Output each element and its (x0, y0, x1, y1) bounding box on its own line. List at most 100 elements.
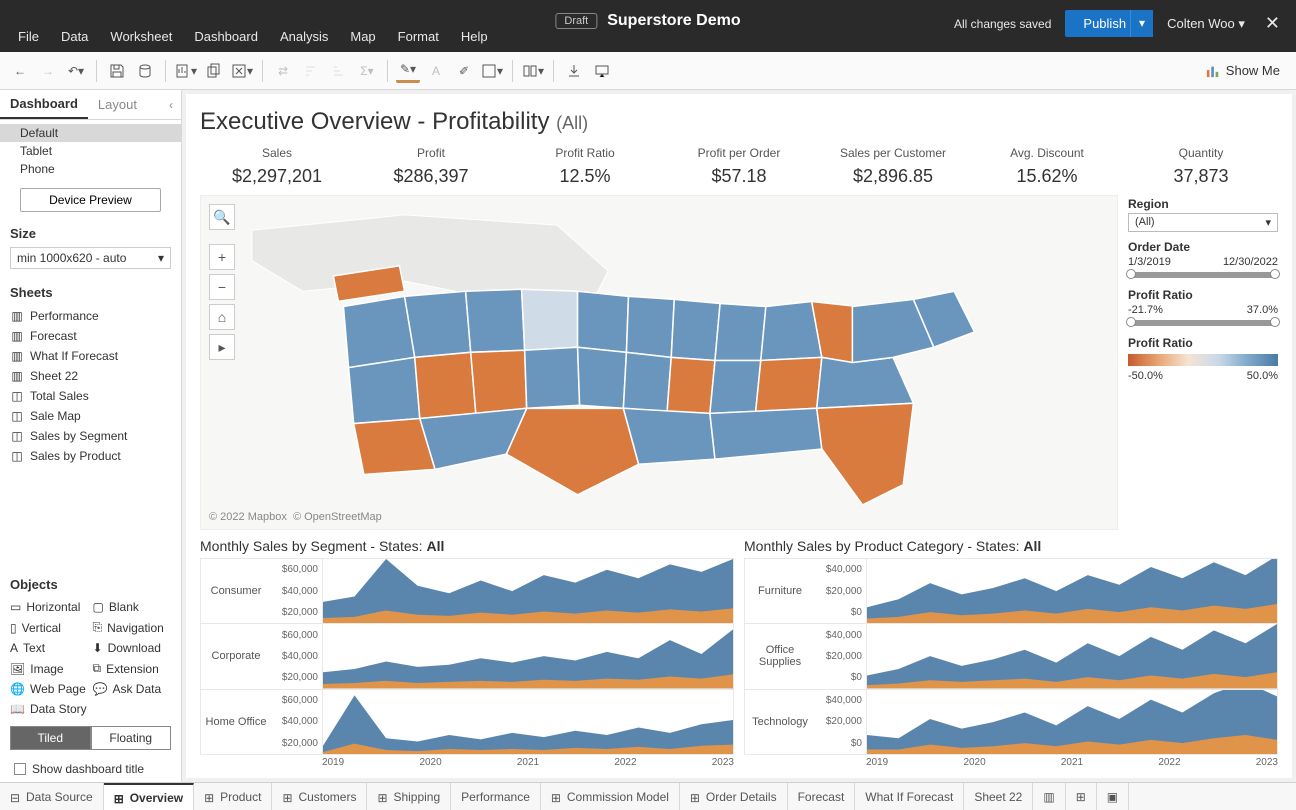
clear-icon[interactable]: ▾ (230, 59, 254, 83)
sparkline[interactable] (323, 559, 733, 623)
map-attribution: © 2022 Mapbox © OpenStreetMap (209, 511, 382, 523)
menu-file[interactable]: File (8, 25, 49, 48)
tab-product[interactable]: ⊞Product (194, 783, 272, 810)
obj-datastory[interactable]: 📖Data Story (10, 700, 89, 718)
back-icon[interactable]: ← (8, 59, 32, 83)
sheet-segment[interactable]: ◫Sales by Segment (0, 426, 181, 446)
forward-icon[interactable]: → (36, 59, 60, 83)
tab-customers[interactable]: ⊞Customers (272, 783, 367, 810)
tab-overview[interactable]: ⊞Overview (104, 783, 194, 810)
map-search-icon[interactable]: 🔍 (209, 204, 235, 230)
y-axis: $60,000$40,000$20,000 (271, 690, 323, 754)
obj-askdata[interactable]: 💬Ask Data (93, 680, 172, 698)
tab-datasource[interactable]: ⊟Data Source (0, 783, 104, 810)
sheet-tabs: ⊟Data Source ⊞Overview ⊞Product ⊞Custome… (0, 782, 1296, 810)
show-cards-icon[interactable]: ▾ (521, 59, 545, 83)
new-story-icon[interactable]: ▣ (1097, 783, 1129, 810)
obj-text[interactable]: AText (10, 639, 89, 657)
sheet-whatif[interactable]: ▥What If Forecast (0, 346, 181, 366)
tab-layout[interactable]: Layout (88, 91, 147, 118)
menu-dashboard[interactable]: Dashboard (184, 25, 268, 48)
format-icon[interactable]: ✐ (452, 59, 476, 83)
show-title-checkbox[interactable]: Show dashboard title (0, 756, 181, 782)
undo-icon[interactable]: ↶▾ (64, 59, 88, 83)
user-menu[interactable]: Colten Woo ▾ (1167, 16, 1245, 32)
tab-forecast[interactable]: Forecast (788, 783, 856, 810)
highlight-color-icon[interactable]: ✎▾ (396, 59, 420, 83)
tab-orderdetails[interactable]: ⊞Order Details (680, 783, 788, 810)
obj-image[interactable]: 🖼Image (10, 659, 89, 678)
close-icon[interactable]: ✕ (1259, 13, 1286, 34)
obj-blank[interactable]: ▢Blank (93, 598, 172, 616)
menu-data[interactable]: Data (51, 25, 98, 48)
menu-format[interactable]: Format (388, 25, 449, 48)
menu-analysis[interactable]: Analysis (270, 25, 338, 48)
save-icon[interactable] (105, 59, 129, 83)
obj-navigation[interactable]: ⎘Navigation (93, 618, 172, 637)
obj-webpage[interactable]: 🌐Web Page (10, 680, 89, 698)
menu-help[interactable]: Help (451, 25, 498, 48)
map-zoom-in-icon[interactable]: + (209, 244, 235, 270)
y-axis: $40,000$20,000$0 (815, 690, 867, 754)
tab-sheet22[interactable]: Sheet 22 (964, 783, 1033, 810)
map-home-icon[interactable]: ⌂ (209, 304, 235, 330)
map-pan-icon[interactable]: ▸ (209, 334, 235, 360)
publish-menu-caret[interactable]: ▾ (1130, 10, 1153, 37)
font-icon[interactable]: A (424, 59, 448, 83)
region-select[interactable]: (All)▾ (1128, 213, 1278, 232)
device-tablet[interactable]: Tablet (0, 142, 181, 160)
totals-icon[interactable]: Σ▾ (355, 59, 379, 83)
map-zoom-out-icon[interactable]: − (209, 274, 235, 300)
sheet-performance[interactable]: ▥Performance (0, 306, 181, 326)
map-viz[interactable]: 🔍 + − ⌂ ▸ © 2022 Mapbox © OpenStreetMap (200, 195, 1118, 530)
download-icon[interactable] (562, 59, 586, 83)
tiled-button[interactable]: Tiled (10, 726, 91, 750)
ratio-slider[interactable] (1130, 320, 1276, 326)
sheet-totalsales[interactable]: ◫Total Sales (0, 386, 181, 406)
new-dashboard-icon[interactable]: ⊞ (1066, 783, 1097, 810)
duplicate-icon[interactable] (202, 59, 226, 83)
sheet-22[interactable]: ▥Sheet 22 (0, 366, 181, 386)
sparkline[interactable] (867, 559, 1277, 623)
size-select[interactable]: min 1000x620 - auto▾ (10, 247, 171, 269)
menu-worksheet[interactable]: Worksheet (100, 25, 182, 48)
y-axis: $60,000$40,000$20,000 (271, 624, 323, 688)
obj-extension[interactable]: ⧉Extension (93, 659, 172, 678)
new-worksheet-icon[interactable]: ▾ (174, 59, 198, 83)
tab-commission[interactable]: ⊞Commission Model (541, 783, 680, 810)
sparkline[interactable] (867, 690, 1277, 754)
sparkline[interactable] (323, 690, 733, 754)
obj-vertical[interactable]: ▯Vertical (10, 618, 89, 637)
sparkline[interactable] (323, 624, 733, 688)
tab-whatif[interactable]: What If Forecast (855, 783, 964, 810)
date-slider[interactable] (1130, 272, 1276, 278)
device-phone[interactable]: Phone (0, 160, 181, 178)
row-label: Home Office (201, 690, 271, 754)
obj-horizontal[interactable]: ▭Horizontal (10, 598, 89, 616)
y-axis: $40,000$20,000$0 (815, 559, 867, 623)
sparkline[interactable] (867, 624, 1277, 688)
device-list: Default Tablet Phone (0, 120, 181, 182)
new-datasource-icon[interactable] (133, 59, 157, 83)
show-me-button[interactable]: Show Me (1198, 59, 1288, 82)
tab-shipping[interactable]: ⊞Shipping (367, 783, 451, 810)
sort-asc-icon[interactable] (299, 59, 323, 83)
legend-label: Profit Ratio (1128, 336, 1278, 350)
sheet-salemap[interactable]: ◫Sale Map (0, 406, 181, 426)
floating-button[interactable]: Floating (91, 726, 172, 750)
sort-desc-icon[interactable] (327, 59, 351, 83)
collapse-panel-icon[interactable]: ‹ (161, 94, 181, 116)
sheet-forecast[interactable]: ▥Forecast (0, 326, 181, 346)
presentation-icon[interactable] (590, 59, 614, 83)
device-preview-button[interactable]: Device Preview (20, 188, 161, 212)
device-default[interactable]: Default (0, 124, 181, 142)
tab-dashboard[interactable]: Dashboard (0, 90, 88, 119)
swap-icon[interactable]: ⇄ (271, 59, 295, 83)
menu-map[interactable]: Map (340, 25, 385, 48)
fit-icon[interactable]: ▾ (480, 59, 504, 83)
sheet-product[interactable]: ◫Sales by Product (0, 446, 181, 466)
obj-download[interactable]: ⬇Download (93, 639, 172, 657)
region-label: Region (1128, 197, 1278, 211)
tab-performance[interactable]: Performance (451, 783, 541, 810)
new-sheet-icon[interactable]: ▥ (1033, 783, 1065, 810)
